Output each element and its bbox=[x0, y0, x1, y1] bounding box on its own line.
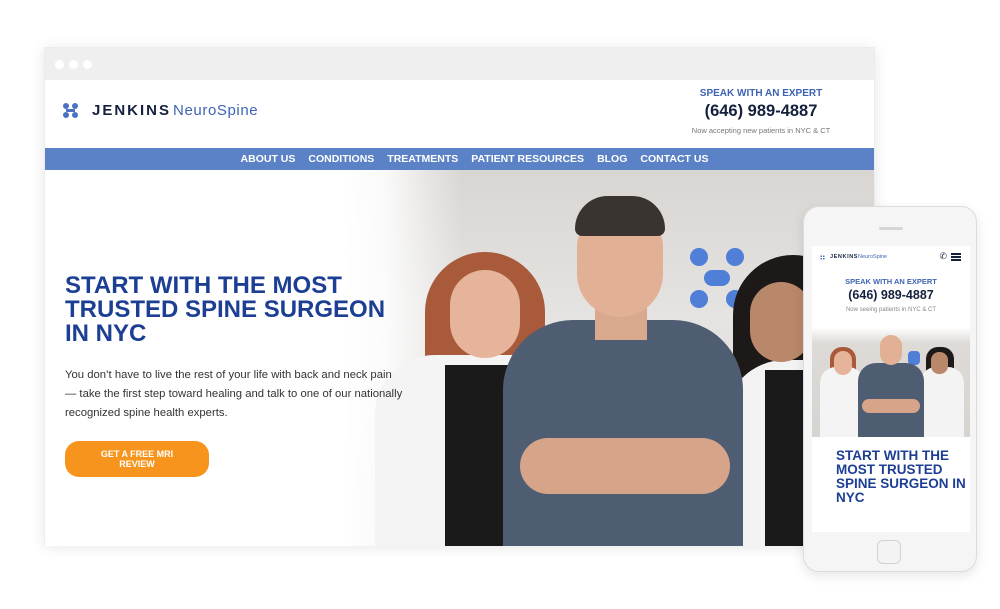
mobile-phone-mockup: JENKINS NeuroSpine ✆ SPEAK WITH AN EXPER… bbox=[803, 206, 977, 572]
person-center-arms bbox=[862, 399, 920, 413]
brand-logo[interactable]: JENKINS NeuroSpine bbox=[63, 102, 258, 119]
mockup-stage: JENKINS NeuroSpine SPEAK WITH AN EXPERT … bbox=[0, 0, 1000, 609]
mobile-seeing-patients-note: Now seeing patients in NYC & CT bbox=[845, 307, 937, 313]
mobile-brand-name-bold: JENKINS bbox=[830, 254, 859, 260]
phone-number-link[interactable]: (646) 989-4887 bbox=[676, 102, 846, 121]
mobile-contact-block: SPEAK WITH AN EXPERT (646) 989-4887 Now … bbox=[812, 277, 970, 313]
mobile-brand-logo[interactable]: JENKINS NeuroSpine bbox=[820, 254, 887, 260]
nav-item-treatments[interactable]: TREATMENTS bbox=[387, 153, 458, 165]
window-dot-icon bbox=[69, 60, 78, 69]
logo-mark-icon bbox=[63, 103, 78, 118]
site-header: JENKINS NeuroSpine SPEAK WITH AN EXPERT … bbox=[45, 80, 874, 148]
accepting-patients-note: Now accepting new patients in NYC & CT bbox=[691, 126, 831, 135]
mobile-hero-photo bbox=[812, 327, 970, 437]
window-dot-icon bbox=[83, 60, 92, 69]
mobile-speak-with-expert-label: SPEAK WITH AN EXPERT bbox=[845, 277, 937, 286]
person-center-scrubs bbox=[503, 320, 743, 546]
header-contact-block: SPEAK WITH AN EXPERT (646) 989-4887 Now … bbox=[676, 88, 846, 135]
nav-item-contact-us[interactable]: CONTACT US bbox=[640, 153, 708, 165]
person-left-face bbox=[834, 351, 852, 375]
hero-text-block: START WITH THE MOST TRUSTED SPINE SURGEO… bbox=[65, 274, 405, 477]
mobile-screen: JENKINS NeuroSpine ✆ SPEAK WITH AN EXPER… bbox=[812, 246, 970, 532]
person-center-arms bbox=[520, 438, 730, 494]
hero-body: You don’t have to live the rest of your … bbox=[65, 369, 403, 419]
speak-with-expert-label: SPEAK WITH AN EXPERT bbox=[699, 88, 823, 99]
brand-name-bold: JENKINS bbox=[92, 102, 172, 119]
window-dot-icon bbox=[55, 60, 64, 69]
desktop-browser-mockup: JENKINS NeuroSpine SPEAK WITH AN EXPERT … bbox=[44, 47, 875, 546]
person-left-face bbox=[450, 270, 520, 358]
person-right-coat bbox=[920, 367, 964, 437]
mobile-header: JENKINS NeuroSpine ✆ bbox=[812, 246, 970, 270]
nav-item-about-us[interactable]: ABOUT US bbox=[241, 153, 296, 165]
nav-item-conditions[interactable]: CONDITIONS bbox=[308, 153, 374, 165]
mobile-phone-number-link[interactable]: (646) 989-4887 bbox=[812, 288, 970, 302]
free-mri-review-button[interactable]: GET A FREE MRI REVIEW bbox=[65, 441, 209, 477]
phone-speaker bbox=[879, 227, 903, 230]
hero-team-photo bbox=[345, 170, 874, 546]
mobile-header-icons: ✆ bbox=[939, 252, 961, 261]
person-center-face bbox=[880, 335, 902, 365]
brand-name-light: NeuroSpine bbox=[173, 102, 259, 119]
hero-section: START WITH THE MOST TRUSTED SPINE SURGEO… bbox=[45, 170, 874, 546]
browser-title-bar bbox=[45, 48, 874, 80]
person-right-face bbox=[931, 352, 948, 374]
hamburger-menu-icon[interactable] bbox=[951, 252, 961, 261]
logo-mark-icon bbox=[820, 254, 825, 260]
nav-item-patient-resources[interactable]: PATIENT RESOURCES bbox=[471, 153, 584, 165]
hero-title: START WITH THE MOST TRUSTED SPINE SURGEO… bbox=[65, 272, 386, 347]
phone-icon[interactable]: ✆ bbox=[939, 252, 947, 261]
person-center-hair bbox=[575, 196, 665, 236]
main-nav: ABOUT US CONDITIONS TREATMENTS PATIENT R… bbox=[45, 148, 874, 170]
mobile-hero-title: START WITH THE MOST TRUSTED SPINE SURGEO… bbox=[836, 448, 966, 505]
phone-home-button bbox=[877, 540, 901, 564]
mobile-brand-name-light: NeuroSpine bbox=[858, 254, 888, 260]
nav-item-blog[interactable]: BLOG bbox=[597, 153, 627, 165]
